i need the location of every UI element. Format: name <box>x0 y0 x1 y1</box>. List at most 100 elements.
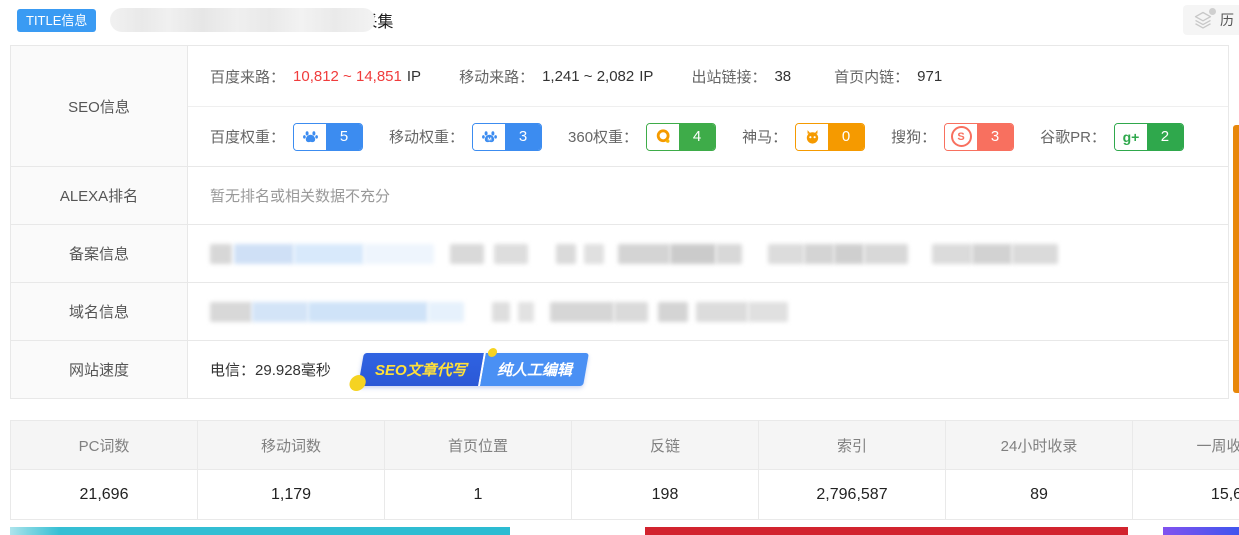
history-button-label: 历 <box>1220 10 1234 30</box>
telecom-speed-label: 电信： <box>210 362 255 379</box>
redacted-block <box>308 302 428 322</box>
kw-value-homepage-position[interactable]: 1 <box>385 470 572 519</box>
kw-header-pc-words: PC词数 <box>11 421 198 470</box>
shenma-weight-badge[interactable]: 0 <box>795 123 865 151</box>
outbound-links-value[interactable]: 38 <box>774 68 791 85</box>
icp-row-redacted <box>188 224 1228 282</box>
kw-header-week-collect: 一周收录 <box>1133 421 1239 470</box>
mobile-weight-score: 3 <box>505 124 541 150</box>
side-floating-widget-strip <box>1233 125 1239 393</box>
telecom-speed-value: 29.928毫秒 <box>255 362 331 379</box>
kw-value-mobile-words[interactable]: 1,179 <box>198 470 385 519</box>
ad-right-text: 纯人工编辑 <box>497 359 572 380</box>
shenma-weight-label: 神马： <box>742 126 787 147</box>
mobile-traffic-value[interactable]: 1,241 ~ 2,082 <box>542 68 634 85</box>
redacted-block <box>556 244 576 264</box>
outbound-links-label: 出站链接： <box>691 66 766 87</box>
row-label-alexa: ALEXA排名 <box>11 166 188 224</box>
bottom-card-bar-purple <box>1163 527 1239 535</box>
360-weight-label: 360权重： <box>568 126 638 147</box>
sogou-icon: S <box>945 124 977 150</box>
sogou-weight: 搜狗： S 3 <box>891 123 1014 151</box>
360-weight-score: 4 <box>679 124 715 150</box>
kw-value-24h-collect[interactable]: 89 <box>946 470 1133 519</box>
row-label-speed: 网站速度 <box>11 340 188 398</box>
bottom-card-bar-cyan <box>10 527 510 535</box>
domain-row-redacted <box>188 282 1228 340</box>
seo-overview-page: TITLE信息 采集 历 SEO信息 百度来路： 10,812 ~ 14,851… <box>0 0 1239 535</box>
baidu-paw-icon <box>294 124 326 150</box>
mobile-traffic-label: 移动来路： <box>459 66 534 87</box>
baidu-traffic-label: 百度来路： <box>210 66 285 87</box>
telecom-speed: 电信：29.928毫秒 <box>210 359 331 380</box>
baidu-weight-badge[interactable]: 5 <box>293 123 363 151</box>
redacted-block <box>834 244 864 264</box>
redacted-block <box>696 302 748 322</box>
seo-traffic-row: 百度来路： 10,812 ~ 14,851 IP 移动来路： 1,241 ~ 2… <box>188 46 1228 106</box>
alexa-row: 暂无排名或相关数据不充分 <box>188 166 1228 224</box>
title-info-badge: TITLE信息 <box>17 9 96 32</box>
google-plus-icon: g+ <box>1115 124 1147 150</box>
redacted-block <box>584 244 604 264</box>
redacted-block <box>658 302 688 322</box>
redacted-block <box>1012 244 1058 264</box>
kw-value-week-collect[interactable]: 15,6 <box>1133 470 1239 519</box>
kw-header-mobile-words: 移动词数 <box>198 421 385 470</box>
homepage-inner-links-value[interactable]: 971 <box>917 68 942 85</box>
mobile-weight-label: 移动权重： <box>389 126 464 147</box>
kw-value-pc-words[interactable]: 21,696 <box>11 470 198 519</box>
title-bar: TITLE信息 采集 <box>17 6 393 34</box>
shenma-weight-score: 0 <box>828 124 864 150</box>
notification-dot <box>1209 8 1216 15</box>
mobile-weight: 移动权重： M 3 <box>389 123 542 151</box>
svg-text:M: M <box>487 136 491 142</box>
baidu-traffic: 百度来路： 10,812 ~ 14,851 IP <box>210 66 421 87</box>
redacted-block <box>768 244 804 264</box>
ad-dot-big <box>348 375 367 391</box>
kw-header-homepage-position: 首页位置 <box>385 421 572 470</box>
360-weight-badge[interactable]: 4 <box>646 123 716 151</box>
redacted-block <box>210 244 232 264</box>
redacted-block <box>614 302 648 322</box>
sogou-weight-score: 3 <box>977 124 1013 150</box>
bottom-card-bar-red <box>645 527 1128 535</box>
seo-weights-row: 百度权重： 5 移动权重： <box>188 106 1228 166</box>
kw-value-index[interactable]: 2,796,587 <box>759 470 946 519</box>
sogou-weight-badge[interactable]: S 3 <box>944 123 1014 151</box>
redacted-block <box>494 244 528 264</box>
redacted-block <box>364 244 434 264</box>
kw-value-backlinks[interactable]: 198 <box>572 470 759 519</box>
kw-header-index: 索引 <box>759 421 946 470</box>
redacted-block <box>864 244 908 264</box>
baidu-traffic-value[interactable]: 10,812 ~ 14,851 <box>293 68 402 85</box>
seo-article-ad-banner[interactable]: SEO文章代写 纯人工编辑 <box>358 353 589 386</box>
row-label-icp: 备案信息 <box>11 224 188 282</box>
google-pr-badge[interactable]: g+ 2 <box>1114 123 1184 151</box>
redacted-block <box>518 302 534 322</box>
redacted-site-title <box>110 8 375 32</box>
google-pr: 谷歌PR： g+ 2 <box>1040 123 1184 151</box>
360-weight: 360权重： 4 <box>568 123 716 151</box>
redacted-block <box>294 244 364 264</box>
redacted-block <box>804 244 834 264</box>
redacted-block <box>234 244 294 264</box>
google-pr-label: 谷歌PR： <box>1040 126 1106 147</box>
redacted-block <box>210 302 252 322</box>
google-pr-score: 2 <box>1147 124 1183 150</box>
kw-header-backlinks: 反链 <box>572 421 759 470</box>
redacted-block <box>618 244 670 264</box>
shenma-weight: 神马： 0 <box>742 123 865 151</box>
baidu-weight-score: 5 <box>326 124 362 150</box>
mobile-weight-badge[interactable]: M 3 <box>472 123 542 151</box>
layers-icon <box>1193 10 1213 30</box>
sogou-weight-label: 搜狗： <box>891 126 936 147</box>
outbound-links: 出站链接： 38 <box>691 66 796 87</box>
redacted-block <box>450 244 484 264</box>
redacted-block <box>748 302 788 322</box>
redacted-block <box>972 244 1012 264</box>
speed-row: 电信：29.928毫秒 SEO文章代写 纯人工编辑 <box>188 340 1228 398</box>
alexa-no-rank-text: 暂无排名或相关数据不充分 <box>210 185 390 206</box>
row-label-domain: 域名信息 <box>11 282 188 340</box>
keyword-stats-table: PC词数 移动词数 首页位置 反链 索引 24小时收录 一周收录 21,696 … <box>10 420 1239 520</box>
history-button[interactable]: 历 <box>1183 5 1239 35</box>
